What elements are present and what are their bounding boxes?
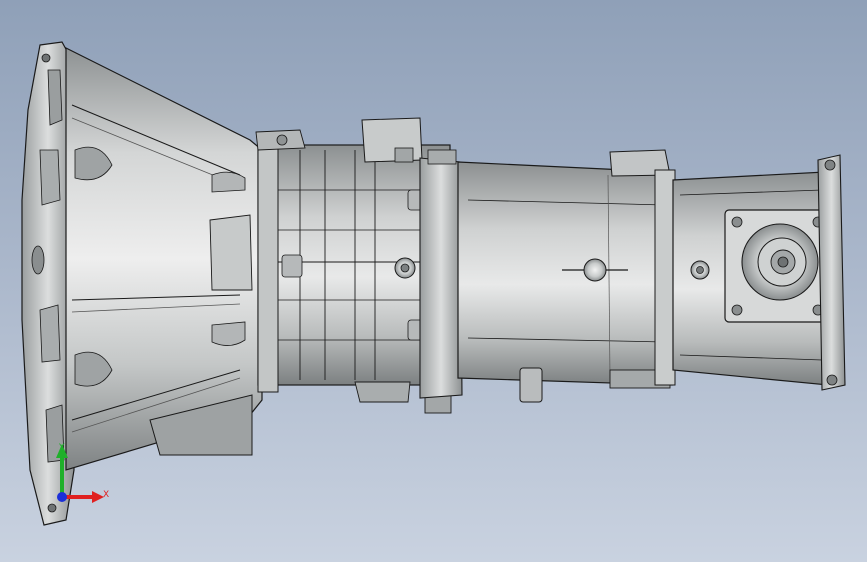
cad-3d-viewport[interactable]: Y X <box>0 0 867 562</box>
coordinate-triad: Y X <box>56 443 109 503</box>
z-axis-dot <box>57 492 67 502</box>
x-axis-label: X <box>103 490 109 500</box>
y-axis-label: Y <box>58 443 65 453</box>
